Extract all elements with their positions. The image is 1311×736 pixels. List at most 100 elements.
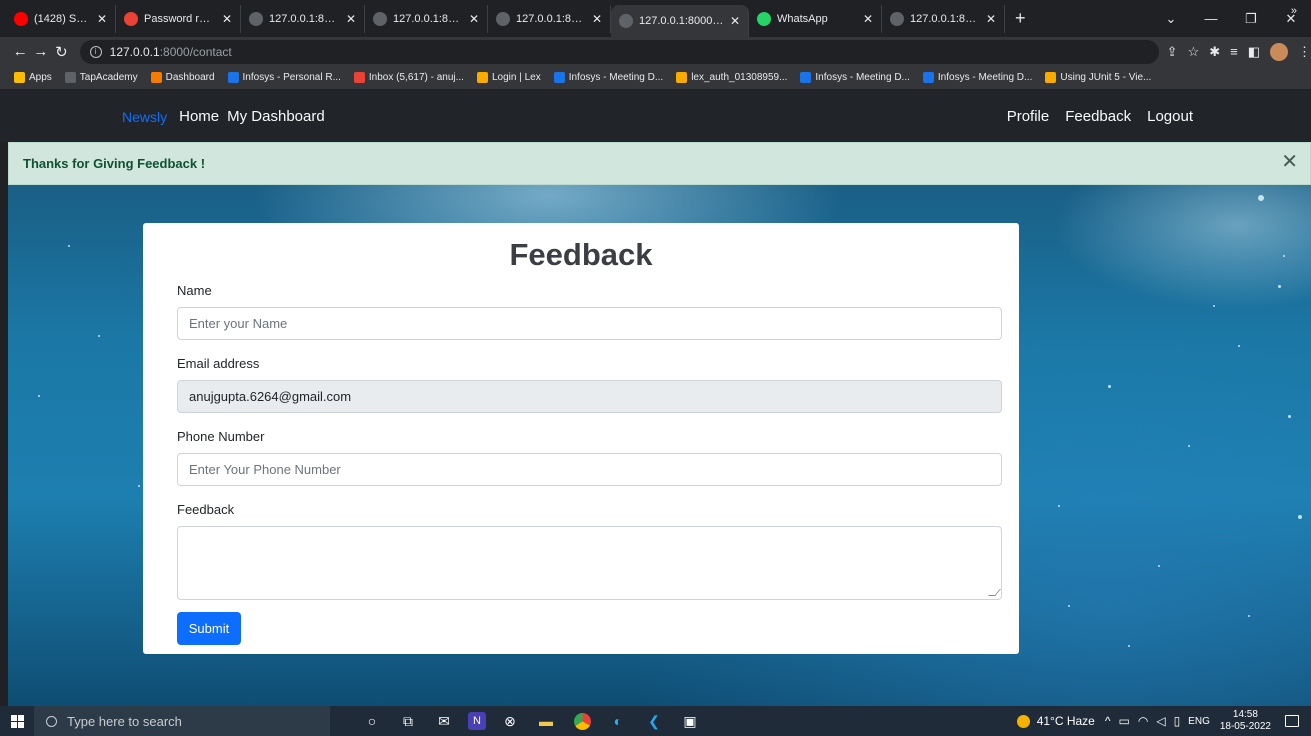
feedback-textarea[interactable]	[177, 526, 1002, 600]
reading-list-icon[interactable]: ≡	[1230, 44, 1238, 59]
submit-button[interactable]: Submit	[177, 612, 241, 645]
bookmark-item[interactable]: Infosys - Meeting D...	[922, 72, 1032, 83]
taskbar-search-placeholder: Type here to search	[67, 713, 182, 729]
restore-icon[interactable]: ❐	[1231, 11, 1271, 27]
light-speck	[1213, 305, 1215, 307]
close-tab-icon[interactable]: ✕	[730, 14, 740, 28]
browser-tab[interactable]: 127.0.0.1:8000/pa ✕	[241, 4, 365, 33]
tab-title: Password reset or	[144, 12, 216, 25]
weather-sun-icon[interactable]	[1016, 714, 1030, 728]
bookmark-item[interactable]: Infosys - Personal R...	[227, 72, 341, 83]
windows-start-button[interactable]	[0, 706, 34, 736]
close-tab-icon[interactable]: ✕	[592, 12, 602, 26]
lex-icon	[476, 72, 488, 83]
new-tab-icon[interactable]: +	[1005, 8, 1036, 29]
name-input[interactable]: Enter your Name	[177, 307, 1002, 340]
notifications-icon[interactable]	[1285, 715, 1299, 727]
browser-tab[interactable]: (1428) Saiyaara (s ✕	[6, 4, 116, 33]
bookmark-label: Using JUnit 5 - Vie...	[1060, 72, 1152, 83]
weather-text[interactable]: 41°C Haze	[1037, 714, 1095, 728]
language-indicator[interactable]: ENG	[1188, 716, 1210, 727]
app-navbar: Newsly Home My Dashboard Profile Feedbac…	[0, 91, 1311, 142]
clock[interactable]: 14:58 18-05-2022	[1220, 709, 1271, 733]
globe-icon	[890, 11, 904, 26]
close-icon[interactable]: ✕	[1281, 151, 1298, 173]
file-explorer-icon[interactable]: ▬	[534, 709, 558, 733]
bookmark-item[interactable]: Login | Lex	[476, 72, 541, 83]
nav-logout-link[interactable]: Logout	[1147, 108, 1193, 125]
close-tab-icon[interactable]: ✕	[222, 12, 232, 26]
extensions-icon[interactable]: ✱	[1209, 44, 1220, 60]
battery-icon[interactable]: ▭	[1119, 714, 1130, 728]
close-tab-icon[interactable]: ✕	[346, 12, 356, 26]
bookmark-item[interactable]: Using JUnit 5 - Vie...	[1045, 72, 1151, 83]
light-speck	[1158, 565, 1160, 567]
cortana-icon[interactable]: ○	[360, 709, 384, 733]
profile-avatar[interactable]	[1270, 42, 1289, 61]
browser-tab[interactable]: WhatsApp ✕	[749, 4, 882, 33]
close-tab-icon[interactable]: ✕	[986, 12, 996, 26]
volume-icon[interactable]: ◁	[1156, 714, 1165, 728]
minimize-icon[interactable]: —	[1191, 11, 1231, 26]
browser-tab[interactable]: 127.0.0.1:8000/cc ✕	[611, 5, 749, 37]
bookmark-label: Infosys - Personal R...	[242, 72, 341, 83]
back-icon[interactable]: ←	[10, 43, 31, 60]
bookmark-item[interactable]: Inbox (5,617) - anuj...	[353, 72, 464, 83]
menu-icon[interactable]: ⋮	[1298, 44, 1311, 60]
close-tab-icon[interactable]: ✕	[469, 12, 479, 26]
tab-title: (1428) Saiyaara (s	[34, 12, 91, 25]
bookmark-item[interactable]: Infosys - Meeting D...	[553, 72, 663, 83]
photos-icon[interactable]: ▣	[678, 709, 702, 733]
resize-handle-icon[interactable]	[988, 589, 1001, 596]
task-view-icon[interactable]: ⧉	[396, 709, 420, 733]
phone-input[interactable]: Enter Your Phone Number	[177, 453, 1002, 486]
taskbar-search-box[interactable]: Type here to search	[34, 706, 330, 736]
browser-tab[interactable]: 127.0.0.1:8000/pa ✕	[365, 4, 488, 33]
system-tray: 41°C Haze ^ ▭ ◠ ◁ ▯ ENG 14:58 18-05-2022	[1016, 706, 1311, 736]
form-title: Feedback	[509, 237, 653, 272]
light-speck	[1283, 255, 1285, 257]
wifi-icon[interactable]: ◠	[1138, 714, 1148, 728]
nav-profile-link[interactable]: Profile	[1007, 108, 1050, 125]
browser-tab[interactable]: Password reset or ✕	[116, 4, 241, 33]
nav-home-link[interactable]: Home	[179, 108, 219, 125]
brand-link[interactable]: Newsly	[122, 109, 167, 125]
pen-icon[interactable]: ▯	[1174, 714, 1181, 728]
close-tab-icon[interactable]: ✕	[863, 12, 873, 26]
tray-overflow-icon[interactable]: ^	[1105, 714, 1111, 728]
browser-tab[interactable]: 127.0.0.1:8000/pa ✕	[488, 4, 611, 33]
tab-search-icon[interactable]: ⌄	[1151, 11, 1191, 27]
gmail-icon	[353, 72, 365, 83]
browser-tab[interactable]: 127.0.0.1:8000/pa ✕	[882, 4, 1005, 33]
close-tab-icon[interactable]: ✕	[97, 12, 107, 26]
tab-title: 127.0.0.1:8000/pa	[516, 12, 586, 25]
share-icon[interactable]: ⇪	[1167, 44, 1178, 60]
address-bar[interactable]: i 127.0.0.1:8000/contact	[79, 39, 1159, 64]
globe-icon	[249, 11, 263, 26]
bookmarks-overflow-icon[interactable]: »	[1291, 5, 1297, 17]
success-alert: Thanks for Giving Feedback ! ✕	[8, 142, 1311, 185]
star-icon[interactable]: ☆	[1188, 44, 1200, 60]
email-field[interactable]: anujgupta.6264@gmail.com	[177, 380, 1002, 413]
bookmark-item[interactable]: TapAcademy	[64, 72, 138, 83]
browser-tab-strip: (1428) Saiyaara (s✕Password reset or✕127…	[0, 0, 1311, 37]
bookmark-item[interactable]: lex_auth_01308959...	[676, 72, 787, 83]
site-info-icon[interactable]: i	[89, 45, 102, 58]
edge-icon[interactable]: ◐	[606, 709, 630, 733]
bookmark-item[interactable]: Dashboard	[150, 72, 215, 83]
sticky-app-icon[interactable]: N	[468, 712, 486, 730]
nav-feedback-link[interactable]: Feedback	[1065, 108, 1131, 125]
bookmark-item[interactable]: Apps	[14, 72, 52, 83]
nav-dashboard-link[interactable]: My Dashboard	[227, 108, 325, 125]
bookmark-item[interactable]: Infosys - Meeting D...	[800, 72, 910, 83]
mail-icon[interactable]: ✉	[432, 709, 456, 733]
chrome-icon[interactable]	[570, 709, 594, 733]
apps-grid-icon	[14, 72, 25, 83]
vscode-icon[interactable]: ❮	[642, 709, 666, 733]
youtube-icon	[14, 11, 28, 26]
xbox-icon[interactable]: ⊗	[498, 709, 522, 733]
phone-label: Phone Number	[177, 429, 265, 444]
forward-icon[interactable]: →	[31, 43, 52, 60]
side-panel-icon[interactable]: ◧	[1248, 44, 1260, 60]
reload-icon[interactable]: ↻	[51, 43, 72, 61]
